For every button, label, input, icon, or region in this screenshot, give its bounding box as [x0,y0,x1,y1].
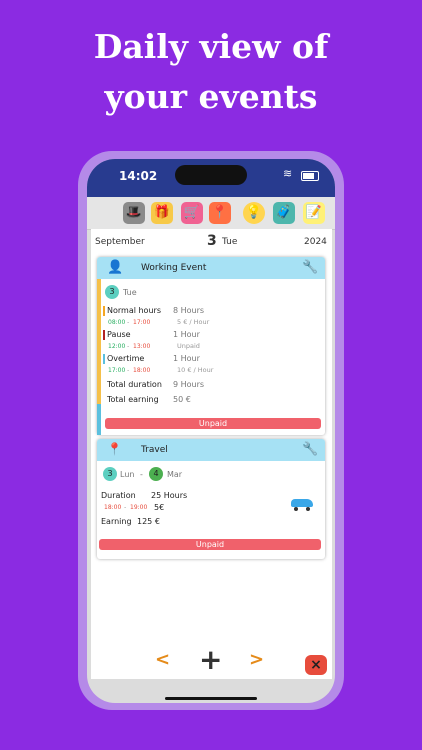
home-indicator [165,697,257,700]
date-year[interactable]: 2024 [304,237,327,247]
travel-end-circle: 4 [149,467,163,481]
headline-line-1: Daily view of [93,27,329,66]
wifi-icon: ≋ [283,167,293,180]
working-event-header: 👤 Working Event 🔧 [97,257,325,279]
category-toolbar: 🎩 🎁 🛒 📍 💡 🧳 📝 [87,197,335,230]
total-duration-label: Total duration [107,380,162,389]
dynamic-island [175,165,247,185]
travel-start-weekday: Lun [120,470,135,479]
event-color-strip [97,279,101,435]
pause-from: 12:00 [108,343,126,350]
travel-card[interactable]: 📍 Travel 🔧 3 Lun - 4 Mar Duration 25 Hou… [97,439,325,559]
date-circle: 3 [105,285,119,299]
overtime-rate: 10 € / Hour [177,366,214,374]
next-day-button[interactable]: > [249,649,264,670]
bottom-navigation: < + > [87,641,335,681]
normal-hours-label: Normal hours [107,306,161,315]
travel-earning-value: 125 € [137,517,160,526]
pause-marker [103,330,105,340]
pause-label: Pause [107,330,131,339]
unpaid-status-bar[interactable]: Unpaid [105,418,321,429]
travel-date-dash: - [140,470,143,479]
total-duration-value: 9 Hours [173,380,205,389]
status-bar: 14:02 ≋ [87,159,335,197]
normal-hours-sep: - [127,318,130,326]
wrench-icon[interactable]: 🔧 [302,260,318,275]
date-bar: September 3 Tue 2024 [91,229,332,255]
pause-value: 1 Hour [173,330,200,339]
shopping-cart-icon[interactable]: 🛒 [181,202,203,224]
date-day[interactable]: 3 [207,233,217,249]
date-month[interactable]: September [95,237,145,247]
working-event-card[interactable]: 👤 Working Event 🔧 3 Tue Normal hours 8 H… [97,257,325,435]
travel-unpaid-status-bar[interactable]: Unpaid [99,539,321,550]
headline-line-2: your events [104,77,318,116]
gift-hand-icon[interactable]: 🎁 [151,202,173,224]
pause-sep: - [127,342,130,350]
total-earning-label: Total earning [107,395,159,404]
travel-earning-label: Earning [101,517,132,526]
phone-screen: 14:02 ≋ 🎩 🎁 🛒 📍 💡 🧳 📝 September 3 Tue 20… [87,159,335,703]
total-earning-value: 50 € [173,395,191,404]
travel-header: 📍 Travel 🔧 [97,439,325,461]
close-button[interactable]: × [305,655,327,675]
worker-clock-icon: 👤 [107,260,124,275]
headline: Daily view of your events [0,22,422,122]
overtime-from: 17:00 [108,367,126,374]
travel-end-weekday: Mar [167,470,183,479]
sticky-note-icon[interactable]: 📝 [303,202,325,224]
car-icon [291,499,313,511]
suitcase-icon[interactable]: 🧳 [273,202,295,224]
travel-price: 5€ [154,503,165,512]
overtime-sep: - [127,366,130,374]
normal-hours-to: 17:00 [133,319,151,326]
travel-duration-label: Duration [101,491,136,500]
normal-hours-rate: 5 € / Hour [177,318,210,326]
pause-rate: Unpaid [177,342,200,350]
pause-to: 13:00 [133,343,151,350]
travel-start-circle: 3 [103,467,117,481]
travel-to: 19:00 [130,504,148,511]
location-pins-icon[interactable]: 📍 [209,202,231,224]
travel-title: Travel [141,445,168,455]
travel-from: 18:00 [104,504,122,511]
travel-time-sep: - [124,503,127,511]
date-weekday-label: Tue [123,288,137,297]
overtime-to: 18:00 [133,367,151,374]
previous-day-button[interactable]: < [155,649,170,670]
travel-pins-icon: 📍 [107,442,122,456]
overtime-label: Overtime [107,354,145,363]
date-weekday: Tue [222,237,238,247]
day-view: September 3 Tue 2024 👤 Working Event 🔧 3… [91,229,332,679]
normal-hours-marker [103,306,105,316]
overtime-value: 1 Hour [173,354,200,363]
phone-frame: 14:02 ≋ 🎩 🎁 🛒 📍 💡 🧳 📝 September 3 Tue 20… [78,151,344,710]
normal-hours-from: 08:00 [108,319,126,326]
overtime-marker [103,354,105,364]
status-time: 14:02 [119,169,158,183]
add-event-button[interactable]: + [199,643,222,676]
wrench-icon[interactable]: 🔧 [302,442,318,457]
working-event-title: Working Event [141,263,207,273]
travel-duration-value: 25 Hours [151,491,188,500]
light-bulb-icon[interactable]: 💡 [243,202,265,224]
battery-icon [301,171,319,181]
normal-hours-value: 8 Hours [173,306,205,315]
hat-person-icon[interactable]: 🎩 [123,202,145,224]
